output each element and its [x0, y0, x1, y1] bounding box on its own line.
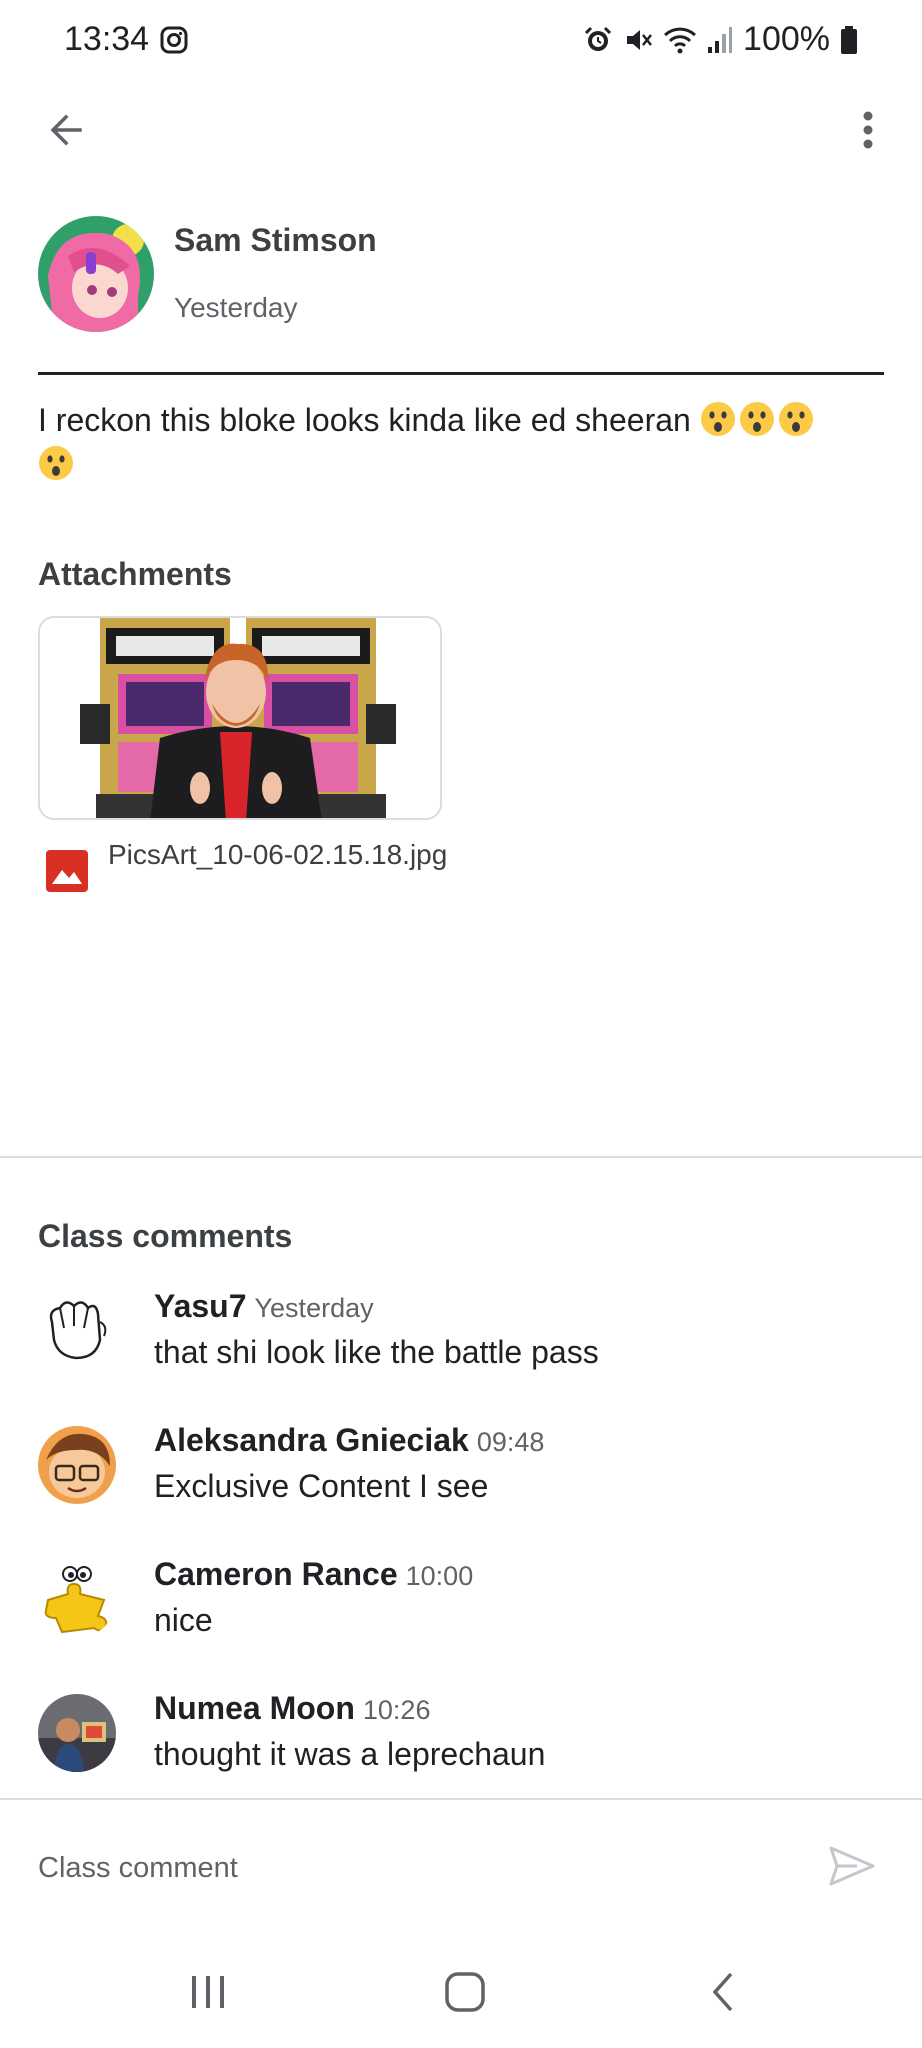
- battery-percent: 100%: [743, 20, 830, 58]
- section-divider: [0, 1156, 922, 1158]
- comment-time: Yesterday: [254, 1293, 374, 1323]
- attachment-file-link[interactable]: PicsArt_10-06-02.15.18.jpg: [44, 838, 464, 894]
- astonished-emoji-icon: [39, 446, 73, 480]
- astonished-emoji-icon: [739, 402, 774, 436]
- comment-text: thought it was a leprechaun: [154, 1736, 546, 1772]
- image-file-icon: [44, 848, 90, 894]
- comment-avatar[interactable]: [38, 1292, 116, 1370]
- comment-text: nice: [154, 1602, 213, 1638]
- home-button[interactable]: [425, 1962, 505, 2026]
- comment-time: 10:26: [362, 1695, 431, 1725]
- comment-avatar[interactable]: [38, 1694, 116, 1772]
- comment-time: 10:00: [405, 1561, 474, 1591]
- system-nav-bar: [0, 1940, 922, 2048]
- alarm-icon: [583, 25, 613, 55]
- comment-author: Cameron Rance: [154, 1556, 398, 1592]
- back-button[interactable]: [38, 104, 94, 160]
- status-time: 13:34: [64, 20, 150, 58]
- comment-time: 09:48: [476, 1427, 545, 1457]
- post-header: Sam Stimson Yesterday: [38, 216, 884, 336]
- class-comment-input[interactable]: [38, 1840, 798, 1896]
- comment-item: Cameron Rance 10:00 nice: [38, 1556, 884, 1656]
- comment-avatar[interactable]: [38, 1560, 116, 1638]
- wifi-icon: [663, 25, 697, 55]
- post-time: Yesterday: [174, 292, 298, 323]
- recent-apps-icon: [188, 1972, 228, 2017]
- instagram-notification-icon: [160, 26, 188, 54]
- send-button[interactable]: [820, 1836, 884, 1900]
- comment-author: Yasu7: [154, 1288, 247, 1324]
- author-name: Sam Stimson: [174, 222, 377, 258]
- astonished-emoji-icon: [700, 402, 735, 436]
- arrow-left-icon: [46, 110, 86, 155]
- comment-author: Numea Moon: [154, 1690, 355, 1726]
- app-bar: [0, 92, 922, 172]
- battery-icon: [840, 25, 858, 55]
- more-vert-icon: [862, 110, 874, 155]
- post-text: I reckon this bloke looks kinda like ed …: [38, 402, 691, 438]
- comment-item: Aleksandra Gnieciak 09:48 Exclusive Conte…: [38, 1422, 884, 1522]
- more-options-button[interactable]: [840, 104, 896, 160]
- post-body: I reckon this bloke looks kinda like ed …: [38, 398, 884, 486]
- comment-header: Aleksandra Gnieciak 09:48: [154, 1422, 544, 1459]
- comment-text: Exclusive Content I see: [154, 1468, 489, 1504]
- mute-icon: [623, 25, 653, 55]
- signal-icon: [707, 25, 733, 55]
- comment-avatar[interactable]: [38, 1426, 116, 1504]
- home-icon: [443, 1970, 487, 2019]
- status-icons: 100%: [583, 20, 858, 59]
- comment-header: Cameron Rance 10:00: [154, 1556, 473, 1593]
- author-avatar[interactable]: [38, 216, 154, 332]
- attachment-file-name: PicsArt_10-06-02.15.18.jpg: [108, 839, 448, 870]
- chevron-left-icon: [707, 1970, 737, 2019]
- comment-item: Yasu7 Yesterday that shi look like the ba…: [38, 1288, 884, 1388]
- nav-back-button[interactable]: [682, 1962, 762, 2026]
- attachment-thumbnail[interactable]: [38, 616, 442, 820]
- send-icon: [827, 1844, 877, 1893]
- status-bar: 13:34 100%: [0, 0, 922, 82]
- comment-item: Numea Moon 10:26 thought it was a leprech…: [38, 1690, 884, 1790]
- comment-header: Yasu7 Yesterday: [154, 1288, 374, 1325]
- header-divider: [38, 372, 884, 375]
- comment-author: Aleksandra Gnieciak: [154, 1422, 469, 1458]
- composer-divider: [0, 1798, 922, 1800]
- recent-apps-button[interactable]: [168, 1962, 248, 2026]
- attachments-heading: Attachments: [38, 556, 232, 592]
- comment-header: Numea Moon 10:26: [154, 1690, 430, 1727]
- class-comments-heading: Class comments: [38, 1218, 293, 1254]
- comment-text: that shi look like the battle pass: [154, 1334, 599, 1370]
- astonished-emoji-icon: [778, 402, 813, 436]
